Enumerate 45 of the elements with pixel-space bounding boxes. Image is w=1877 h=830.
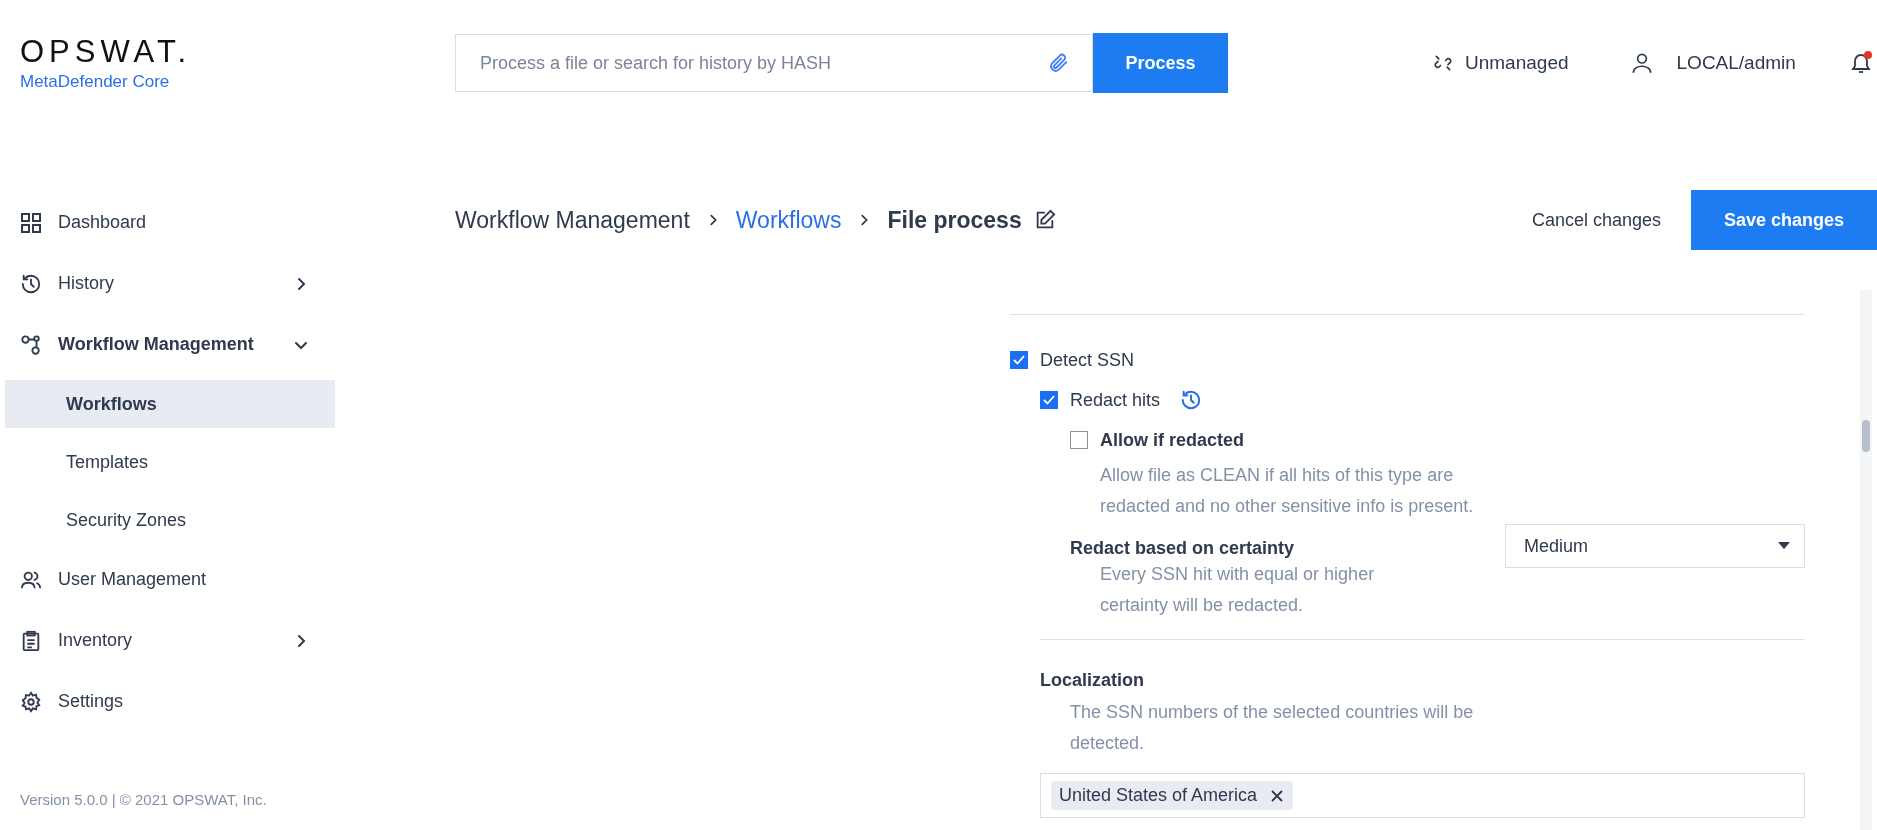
nav-item[interactable]: User Management xyxy=(0,549,335,610)
option-label: Redact hits xyxy=(1070,389,1161,411)
option-label: Detect SSN xyxy=(1040,349,1135,371)
workflow-icon xyxy=(20,333,42,356)
history-icon[interactable] xyxy=(1180,389,1203,411)
checkbox[interactable] xyxy=(1010,351,1028,369)
caret-icon xyxy=(1778,542,1790,550)
nav-item[interactable]: History xyxy=(0,253,335,314)
country-field[interactable]: United States of America xyxy=(1040,773,1805,818)
cancel-button[interactable]: Cancel changes xyxy=(1501,190,1691,250)
nav-item[interactable]: Inventory xyxy=(0,610,335,671)
nav-item[interactable]: Workflow Management xyxy=(0,314,335,375)
status-label: Unmanaged xyxy=(1465,52,1569,74)
history-icon xyxy=(20,272,42,295)
logo-wordmark: OPSWAT. xyxy=(20,34,192,70)
close-icon[interactable] xyxy=(1271,789,1284,802)
save-button[interactable]: Save changes xyxy=(1691,190,1877,250)
nav-subitem[interactable]: Templates xyxy=(5,433,335,491)
scrollbar-thumb[interactable] xyxy=(1862,420,1870,452)
version-text: Version 5.0.0 | © 2021 OPSWAT, Inc. xyxy=(19,791,268,808)
nav-subitem[interactable]: Security Zones xyxy=(5,491,335,549)
nav-subitem[interactable]: Workflows xyxy=(5,380,335,428)
clipboard-icon xyxy=(20,629,42,652)
user-name[interactable]: LOCAL/admin xyxy=(1676,52,1796,74)
checkbox[interactable] xyxy=(1070,431,1088,449)
search-field[interactable]: Process a file or search for history by HASH xyxy=(455,34,1093,92)
settings-icon xyxy=(20,690,42,713)
paperclip-icon[interactable] xyxy=(1047,52,1069,74)
nav-item[interactable]: Dashboard xyxy=(0,192,335,253)
grid-icon xyxy=(20,211,42,234)
nav-item[interactable]: Settings xyxy=(0,671,335,732)
certainty-dropdown[interactable]: Medium xyxy=(1505,524,1805,568)
product-name: MetaDefender Core xyxy=(20,72,170,92)
option-description: Allow file as CLEAN if all hits of this type are redacted and no other sensitive info is present. xyxy=(1099,464,1475,518)
country-tag: United States of America xyxy=(1051,781,1294,810)
section-description: The SSN numbers of the selected countries will be detected. xyxy=(1069,701,1475,755)
checkbox[interactable] xyxy=(1040,391,1058,409)
option-label: Redact based on certainty xyxy=(1070,538,1296,559)
option-label: Allow if redacted xyxy=(1100,429,1245,451)
breadcrumb-link[interactable]: Workflows xyxy=(735,206,842,234)
section-title: Localization xyxy=(1040,670,1145,691)
breadcrumb-current: File process xyxy=(887,206,1022,234)
process-button[interactable]: Process xyxy=(1093,33,1228,93)
breadcrumb-item[interactable]: Workflow Management xyxy=(455,206,690,234)
option-description: Every SSN hit with equal or higher certainty will be redacted. xyxy=(1099,563,1376,617)
